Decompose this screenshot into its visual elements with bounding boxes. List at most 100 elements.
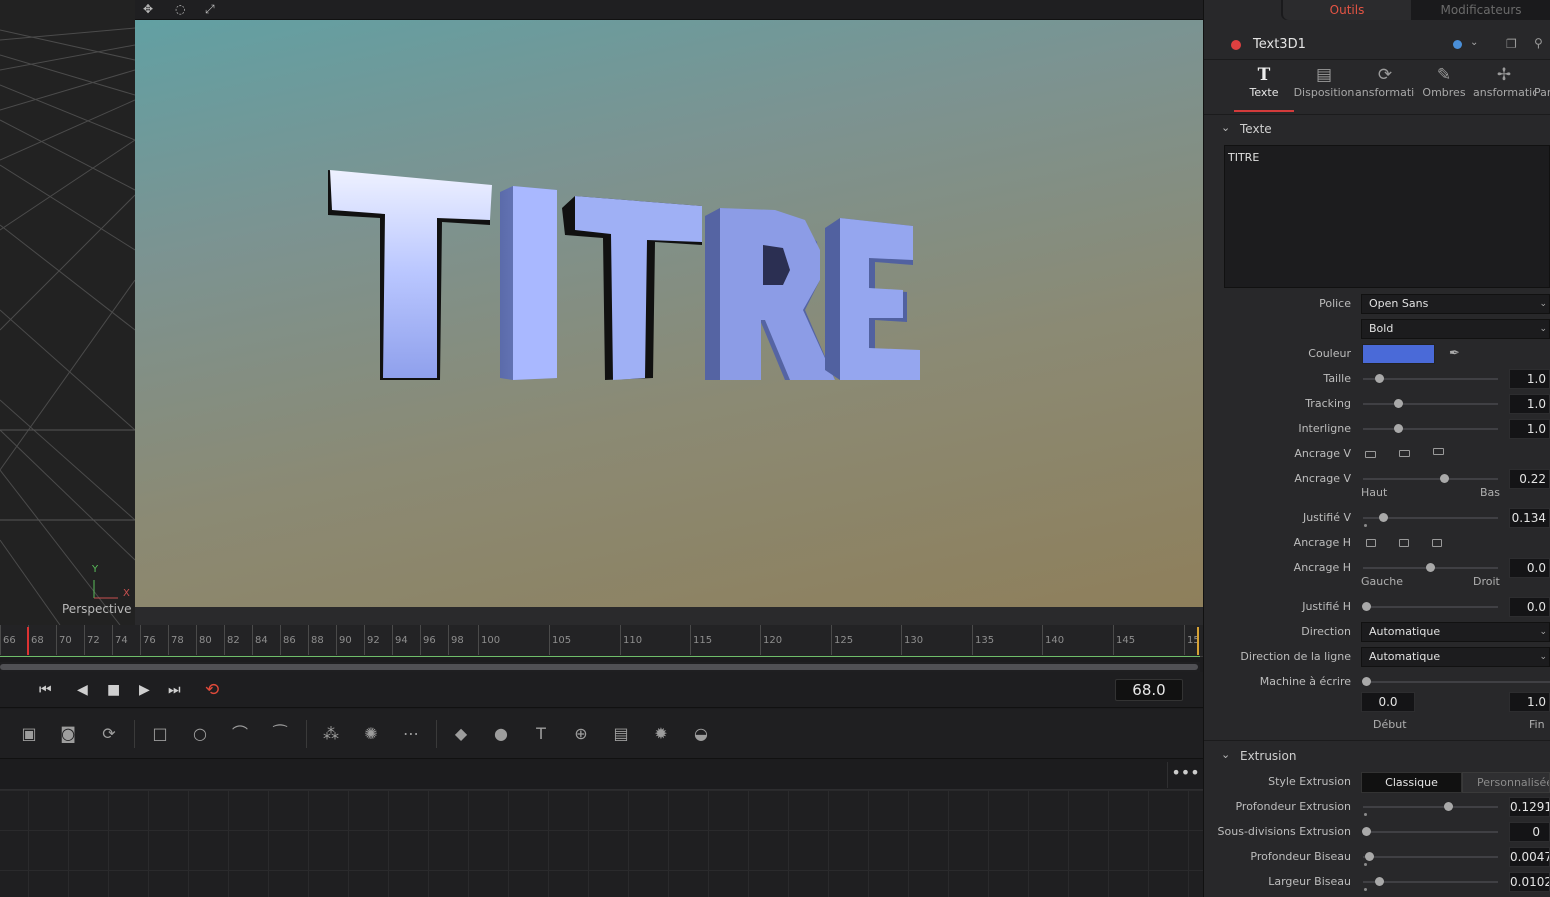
transform-tool-icon[interactable]: ⟳ (96, 723, 122, 745)
subtab-texte[interactable]: T Texte (1240, 64, 1288, 99)
bspline-mask-icon[interactable]: ⁀ (267, 723, 293, 745)
subtab-transformation[interactable]: ⟳ ansformatic (1355, 64, 1415, 99)
slider-knob[interactable] (1444, 802, 1453, 811)
polygon-mask-icon[interactable]: ⌒ (227, 723, 253, 745)
size-field[interactable]: 1.0 (1509, 369, 1550, 389)
rectangle-mask-icon[interactable]: □ (147, 723, 173, 745)
color-swatch[interactable] (1362, 344, 1435, 364)
timeline-scrollbar-thumb[interactable] (0, 664, 1198, 670)
merge-3d-icon[interactable]: ⊕ (568, 723, 594, 745)
bevel-width-field[interactable]: 0.0102 (1509, 872, 1550, 892)
play-reverse-icon[interactable]: ◀ (77, 682, 88, 698)
extrusion-classic-option[interactable]: Classique (1361, 772, 1462, 793)
extrusion-custom-option[interactable]: Personnalisée (1462, 772, 1550, 793)
slider-knob[interactable] (1375, 374, 1384, 383)
subtab-parametres[interactable]: Par (1534, 64, 1550, 99)
tab-outils[interactable]: Outils (1283, 0, 1411, 20)
anchor-center-h-icon[interactable] (1399, 539, 1409, 547)
slider-knob[interactable] (1379, 513, 1388, 522)
node-enable-toggle[interactable] (1231, 40, 1241, 50)
line-spacing-slider[interactable] (1363, 424, 1498, 433)
current-frame-field[interactable]: 68.0 (1115, 679, 1183, 701)
subdivisions-slider[interactable] (1362, 827, 1498, 836)
anchor-v-field[interactable]: 0.22 (1509, 469, 1550, 489)
font-style-dropdown[interactable]: Bold ⌄ (1361, 319, 1550, 339)
particle-emitter-icon[interactable]: ⁂ (318, 723, 344, 745)
subtab-transformation-3d[interactable]: ✢ ansformatic (1473, 64, 1535, 99)
render-end-marker[interactable] (1197, 627, 1199, 655)
extrusion-depth-slider[interactable] (1363, 802, 1498, 811)
slider-knob[interactable] (1365, 852, 1374, 861)
move-icon[interactable]: ✥ (143, 2, 153, 16)
rotate-icon[interactable]: ◌ (175, 2, 185, 16)
mask-tool-icon[interactable]: ◙ (55, 723, 81, 745)
node-editor-canvas[interactable] (0, 790, 1203, 897)
anchor-right-icon[interactable] (1432, 539, 1442, 547)
image-plane-3d-icon[interactable]: ◆ (448, 723, 474, 745)
timeline-ruler[interactable]: 66 68 70 72 74 76 78 80 82 84 86 88 90 9… (0, 625, 1203, 657)
eyedropper-icon[interactable]: ✒ (1449, 346, 1460, 361)
merge-tool-icon[interactable]: ▣ (16, 723, 42, 745)
anchor-h-field[interactable]: 0.0 (1509, 558, 1550, 578)
light-3d-icon[interactable]: ✹ (648, 723, 674, 745)
slider-knob[interactable] (1394, 399, 1403, 408)
window-icon[interactable]: ❐ (1506, 37, 1517, 51)
particle-style-icon[interactable]: ⋯ (398, 723, 424, 745)
line-direction-dropdown[interactable]: Automatique ⌄ (1361, 647, 1550, 667)
font-family-dropdown[interactable]: Open Sans ⌄ (1361, 294, 1550, 314)
renderer-3d-icon[interactable]: ◒ (688, 723, 714, 745)
loop-icon[interactable]: ⟲ (205, 682, 219, 699)
subtab-disposition[interactable]: ▤ Disposition (1293, 64, 1355, 99)
slider-knob[interactable] (1362, 827, 1371, 836)
line-spacing-field[interactable]: 1.0 (1509, 419, 1550, 439)
anchor-v-slider[interactable] (1363, 474, 1498, 483)
slider-knob[interactable] (1362, 677, 1371, 686)
anchor-top-icon[interactable] (1365, 451, 1376, 458)
extrusion-depth-field[interactable]: 0.1291 (1509, 797, 1550, 817)
scale-icon[interactable]: ⤢ (205, 2, 215, 17)
shape-3d-icon[interactable]: ● (488, 723, 514, 745)
slider-knob[interactable] (1362, 602, 1371, 611)
particle-render-icon[interactable]: ✺ (358, 723, 384, 745)
skip-to-start-icon[interactable]: ⏮ (39, 682, 52, 698)
slider-knob[interactable] (1375, 877, 1384, 886)
text-input-area[interactable]: TITRE (1224, 145, 1550, 288)
slider-knob[interactable] (1426, 563, 1435, 572)
chevron-down-icon[interactable]: ⌄ (1470, 37, 1478, 48)
stop-icon[interactable]: ■ (107, 682, 120, 698)
slider-knob[interactable] (1394, 424, 1403, 433)
bevel-width-slider[interactable] (1363, 877, 1498, 886)
tab-modificateurs[interactable]: Modificateurs (1412, 0, 1550, 20)
subtab-ombres[interactable]: ✎ Ombres (1420, 64, 1468, 99)
bevel-depth-field[interactable]: 0.0047 (1509, 847, 1550, 867)
text-3d-icon[interactable]: T (528, 723, 554, 745)
more-options-button[interactable]: ••• (1167, 762, 1203, 788)
playhead[interactable] (27, 627, 29, 655)
section-texte-header[interactable]: Texte (1204, 116, 1550, 142)
bevel-depth-slider[interactable] (1363, 852, 1498, 861)
justify-v-slider[interactable] (1363, 513, 1498, 522)
node-color-dot[interactable] (1453, 40, 1462, 49)
direction-dropdown[interactable]: Automatique ⌄ (1361, 622, 1550, 642)
justify-v-field[interactable]: 0.134 (1509, 508, 1550, 528)
skip-to-end-icon[interactable]: ⏭ (168, 682, 181, 698)
play-icon[interactable]: ▶ (139, 682, 150, 698)
size-slider[interactable] (1363, 374, 1498, 383)
node-name[interactable]: Text3D1 (1253, 37, 1306, 52)
anchor-h-slider[interactable] (1363, 563, 1498, 572)
section-extrusion-header[interactable]: Extrusion (1204, 743, 1550, 769)
anchor-left-icon[interactable] (1366, 539, 1376, 547)
subdivisions-field[interactable]: 0 (1509, 822, 1550, 842)
slider-knob[interactable] (1440, 474, 1449, 483)
tracking-field[interactable]: 1.0 (1509, 394, 1550, 414)
anchor-center-icon[interactable] (1399, 450, 1410, 457)
justify-h-slider[interactable] (1362, 602, 1498, 611)
left-3d-viewer[interactable]: Y X (0, 0, 135, 625)
anchor-bottom-icon[interactable] (1433, 448, 1444, 455)
typewriter-start-field[interactable]: 0.0 (1361, 692, 1415, 712)
typewriter-range-slider[interactable] (1362, 677, 1550, 686)
ellipse-mask-icon[interactable]: ○ (187, 723, 213, 745)
tracking-slider[interactable] (1363, 399, 1498, 408)
camera-3d-icon[interactable]: ▤ (608, 723, 634, 745)
main-viewer[interactable] (135, 20, 1203, 607)
